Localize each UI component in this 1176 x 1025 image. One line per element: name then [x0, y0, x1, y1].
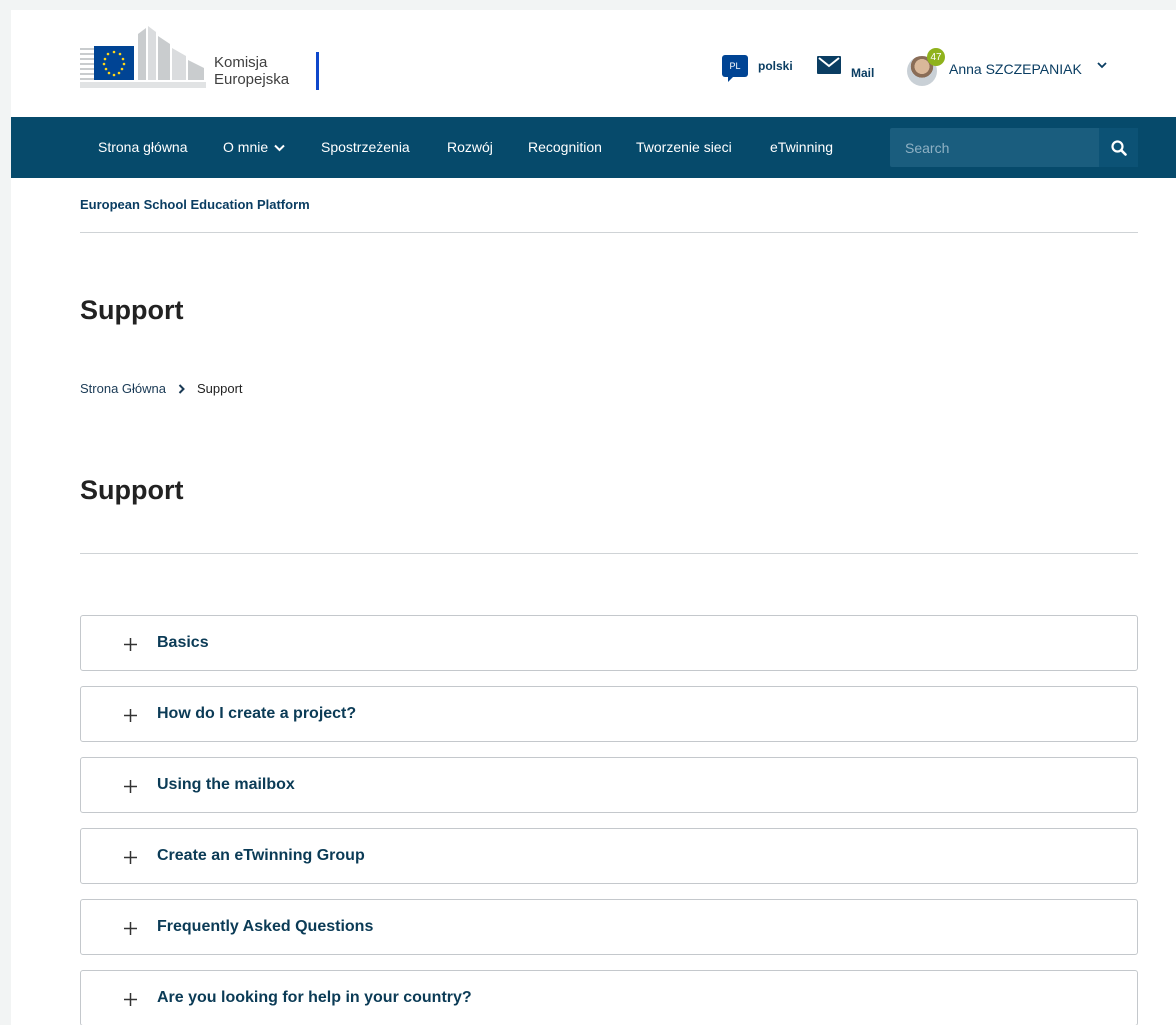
user-menu[interactable]: 47 Anna SZCZEPANIAK [907, 48, 1137, 86]
plus-icon [124, 709, 137, 722]
page-title: Support [80, 295, 184, 325]
accordion-item-label: Are you looking for help in your country… [157, 989, 472, 1006]
plus-icon [124, 922, 137, 935]
accordion-item-create-project[interactable]: How do I create a project? [80, 686, 1138, 742]
logo-line-1: Komisja [214, 54, 268, 71]
notification-badge[interactable]: 47 [927, 48, 945, 66]
european-commission-logo[interactable]: Komisja Europejska [80, 26, 340, 96]
mail-link[interactable]: Mail [817, 56, 874, 80]
breadcrumb-home-link[interactable]: Strona Główna [80, 381, 166, 396]
accordion-item-basics[interactable]: Basics [80, 615, 1138, 671]
accordion-item-label: Basics [157, 634, 209, 651]
nav-item-networking[interactable]: Tworzenie sieci [636, 139, 732, 155]
envelope-icon [817, 56, 841, 74]
user-name: Anna SZCZEPANIAK [949, 61, 1082, 77]
accordion-item-label: How do I create a project? [157, 705, 357, 722]
plus-icon [124, 993, 137, 1006]
page: Komisja Europejska PL polski Mail 47 Ann… [11, 10, 1176, 1025]
top-header: Komisja Europejska PL polski Mail 47 Ann… [11, 10, 1176, 117]
accordion-item-faq[interactable]: Frequently Asked Questions [80, 899, 1138, 955]
nav-item-label: O mnie [223, 139, 269, 155]
language-selector[interactable]: PL polski [722, 55, 793, 82]
nav-item-about-me[interactable]: O mnie [223, 139, 285, 155]
language-code-badge: PL [722, 55, 748, 82]
mail-label: Mail [851, 66, 875, 80]
plus-icon [124, 638, 137, 651]
accordion-item-label: Create an eTwinning Group [157, 847, 365, 864]
ec-building-emblem [80, 26, 206, 88]
accordion-item-country-help[interactable]: Are you looking for help in your country… [80, 970, 1138, 1025]
chevron-down-icon [274, 145, 285, 152]
main-navigation: Strona główna O mnie Spostrzeżenia Rozwó… [11, 117, 1176, 178]
breadcrumb-separator [178, 383, 185, 394]
logo-line-2: Europejska [214, 71, 290, 88]
breadcrumb-current: Support [197, 381, 243, 396]
language-label: polski [758, 59, 793, 73]
divider [80, 232, 1138, 233]
site-name[interactable]: European School Education Platform [80, 197, 310, 212]
search-input[interactable] [890, 128, 1097, 167]
section-title: Support [80, 475, 184, 505]
accordion-item-mailbox[interactable]: Using the mailbox [80, 757, 1138, 813]
nav-item-home[interactable]: Strona główna [98, 139, 188, 155]
breadcrumb: Strona Główna Support [80, 381, 243, 396]
accordion-item-etwinning-group[interactable]: Create an eTwinning Group [80, 828, 1138, 884]
nav-item-development[interactable]: Rozwój [447, 139, 493, 155]
logo-accent-bar [316, 52, 319, 90]
accordion-item-label: Frequently Asked Questions [157, 918, 374, 935]
plus-icon [124, 780, 137, 793]
search-button[interactable] [1099, 128, 1138, 167]
nav-item-insights[interactable]: Spostrzeżenia [321, 139, 410, 155]
divider [80, 553, 1138, 554]
chevron-right-icon [178, 383, 185, 394]
chevron-down-icon[interactable] [1097, 61, 1107, 69]
logo-text: Komisja Europejska [214, 54, 289, 88]
search-box [890, 128, 1138, 167]
nav-item-recognition[interactable]: Recognition [528, 139, 602, 155]
nav-item-etwinning[interactable]: eTwinning [770, 139, 833, 155]
search-icon [1110, 139, 1127, 156]
accordion-item-label: Using the mailbox [157, 776, 295, 793]
plus-icon [124, 851, 137, 864]
